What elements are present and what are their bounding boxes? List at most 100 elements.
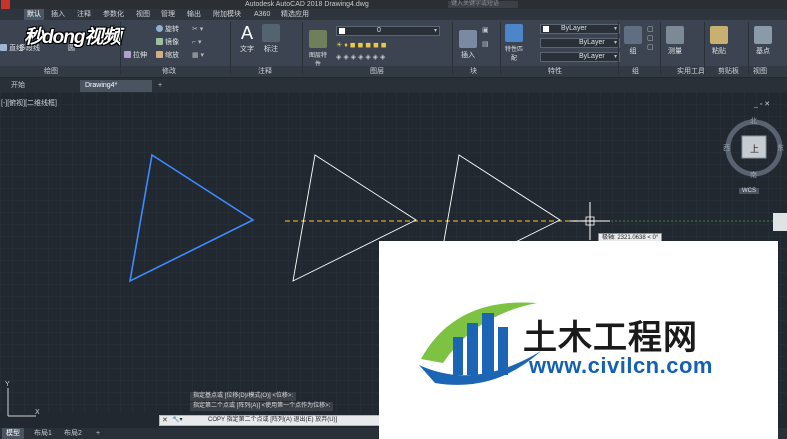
tab-manage[interactable]: 管理 [158,9,178,20]
measure-tool[interactable]: 测量 [664,26,686,56]
color-dropdown-value: ByLayer [561,25,587,32]
tab-output[interactable]: 输出 [184,9,204,20]
tab-view[interactable]: 视图 [133,9,153,20]
panel-title-layers[interactable]: 图层 [370,67,384,76]
wcs-menu[interactable]: WCS [739,188,759,194]
trim-tool[interactable]: ✂ ▾ [192,25,203,34]
panel-divider [704,22,705,75]
tab-annotate[interactable]: 注释 [74,9,94,20]
viewcube-south[interactable]: 南 [750,170,757,180]
add-layout-button[interactable]: + [92,428,104,439]
close-icon[interactable]: ✕ [162,416,168,425]
match-properties-label: 特性匹配 [504,47,523,62]
panel-title-utilities[interactable]: 实用工具 [677,67,705,76]
panel-divider [618,22,619,75]
stretch-tool[interactable]: 拉伸 [124,51,147,60]
array-tool[interactable]: ▦ ▾ [192,51,204,60]
panel-title-draw[interactable]: 绘图 [44,67,58,76]
viewcube-east[interactable]: 东 [777,143,784,153]
dimension-label: 标注 [264,46,278,53]
line-icon [0,44,7,51]
match-properties-tool[interactable]: 特性匹配 [503,24,525,62]
linetype-dropdown-value: ByLayer [579,39,605,46]
insert-block-icon [459,30,477,48]
autocad-logo-icon[interactable] [1,0,10,9]
brand-watermark: 秒dong视频 [24,27,121,48]
viewcube-north[interactable]: 北 [750,116,757,126]
mirror-label: 镜像 [165,39,179,46]
panel-title-annotate[interactable]: 注释 [258,67,272,76]
mirror-tool[interactable]: 镜像 [156,38,179,47]
dimension-icon [262,24,280,42]
panel-title-clipboard[interactable]: 剪贴板 [718,67,739,76]
viewcube-west[interactable]: 西 [723,143,730,153]
group-tool[interactable]: 组 [622,26,644,56]
layer-dropdown[interactable]: 0 ▾ [336,26,440,36]
panel-divider [302,22,303,75]
lineweight-dropdown-value: ByLayer [579,53,605,60]
lineweight-dropdown[interactable]: ByLayer ▾ [540,52,620,62]
panel-title-modify[interactable]: 修改 [162,67,176,76]
group-option-icons[interactable]: ▢ ▢ ▢ [647,25,654,52]
watermark-cn-text: 土木工程网 [523,318,698,358]
match-properties-icon [505,24,523,42]
wrench-icon[interactable]: 🔧▾ [172,416,182,425]
color-swatch [543,26,549,32]
viewport-controls[interactable]: [-][俯视][二维线框] [1,98,57,108]
group-label: 组 [629,48,637,55]
layer-properties-tool[interactable]: 图层特性 [307,30,329,68]
scale-tool[interactable]: 缩放 [156,51,179,60]
layer-state-icons[interactable]: ☀ ♦ ◼ ◼ ◼ ◼ ◼ [336,41,387,50]
tab-layout1[interactable]: 布局1 [30,428,56,439]
chevron-down-icon: ▾ [433,28,437,34]
tab-layout2[interactable]: 布局2 [60,428,86,439]
stretch-label: 拉伸 [133,52,147,59]
text-label: 文字 [240,46,254,53]
panel-divider [230,22,231,75]
color-dropdown[interactable]: ByLayer ▾ [540,24,620,34]
paste-icon [710,26,728,44]
command-line[interactable]: ✕ 🔧▾ COPY 指定第二个点或 [阵列(A) 退出(E) 放弃(U)] [159,415,381,426]
viewport-window-controls[interactable]: _ ▫ ✕ [754,100,770,109]
measure-icon [666,26,684,44]
linetype-dropdown[interactable]: ByLayer ▾ [540,38,620,48]
tab-a360[interactable]: A360 [251,9,273,20]
viewcube-top-face[interactable]: 上 [750,142,759,155]
tab-home[interactable]: 默认 [24,9,44,20]
layer-properties-icon [309,30,327,48]
insert-block-label: 插入 [461,52,475,59]
chevron-down-icon: ▾ [613,40,617,46]
insert-block-tool[interactable]: 插入 [457,30,479,60]
ribbon-tab-bar: 默认 插入 注释 参数化 视图 管理 输出 附加模块 A360 精选应用 [0,9,787,20]
tab-addins[interactable]: 附加模块 [210,9,244,20]
block-edit-icon[interactable]: ▤ [482,40,489,49]
block-create-icon[interactable]: ▣ [482,26,489,35]
text-tool[interactable]: A 文字 [236,24,258,54]
dimension-tool[interactable]: 标注 [260,24,282,54]
tab-parametric[interactable]: 参数化 [100,9,127,20]
command-line-text[interactable]: COPY 指定第二个点或 [阵列(A) 退出(E) 放弃(U)] [208,416,337,425]
file-tab-start[interactable]: 开始 [6,80,78,92]
base-point-label: 基点 [756,48,770,55]
panel-title-properties[interactable]: 特性 [548,67,562,76]
new-tab-button[interactable]: + [154,80,168,92]
panel-title-view[interactable]: 视图 [753,67,767,76]
rotate-tool[interactable]: 旋转 [156,25,179,34]
file-tab-drawing4[interactable]: Drawing4* [80,80,152,92]
ucs-x-label: X [35,409,40,416]
panel-title-group[interactable]: 组 [632,67,639,76]
layer-tools-row[interactable]: ◈ ◈ ◈ ◈ ◈ ◈ ◈ [336,53,385,62]
ucs-icon: Y X [5,381,40,417]
tab-insert[interactable]: 插入 [48,9,68,20]
measure-label: 测量 [668,48,682,55]
paste-tool[interactable]: 粘贴 [708,26,730,56]
chevron-down-icon: ▾ [613,26,617,32]
fillet-tool[interactable]: ⌐ ▾ [192,38,202,47]
tab-featured-apps[interactable]: 精选应用 [278,9,312,20]
navbar-strip [773,213,787,231]
search-input[interactable]: 键入关键字或短语 [448,1,518,8]
panel-title-block[interactable]: 块 [470,67,477,76]
tab-model[interactable]: 模型 [2,428,24,439]
base-point-tool[interactable]: 基点 [752,26,774,56]
scale-icon [156,51,163,58]
